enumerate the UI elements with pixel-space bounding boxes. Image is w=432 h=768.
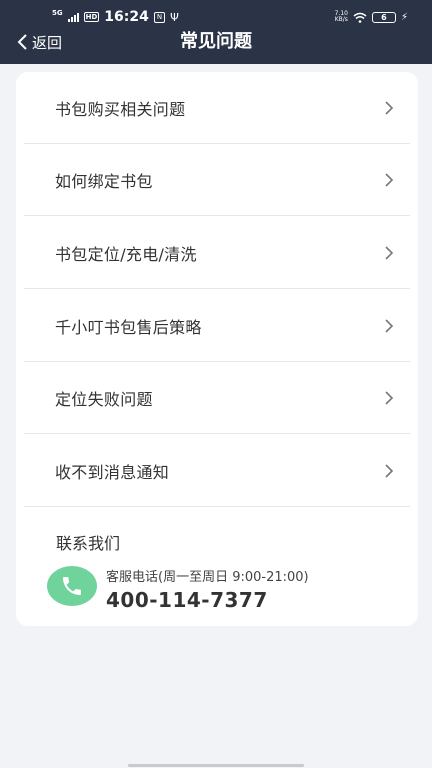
notification-badge: N bbox=[153, 11, 166, 23]
page-title: 常见问题 bbox=[180, 31, 252, 52]
network-type: 5G bbox=[52, 8, 63, 17]
faq-item-bind[interactable]: 如何绑定书包 bbox=[24, 144, 410, 216]
charging-icon: ⚡ bbox=[400, 11, 408, 23]
status-time: 16:24 bbox=[104, 9, 149, 25]
contact-title: 联系我们 bbox=[56, 534, 121, 553]
chevron-right-icon bbox=[385, 245, 394, 260]
chevron-right-icon bbox=[385, 390, 394, 405]
faq-item-purchase[interactable]: 书包购买相关问题 bbox=[24, 72, 410, 144]
status-bar-left: 5G HD 16:24 N Ψ bbox=[52, 9, 179, 25]
status-bar: 5G HD 16:24 N Ψ 7.10 KB/s 6 ⚡ bbox=[0, 0, 432, 30]
chevron-right-icon bbox=[385, 318, 394, 333]
net-speed-unit: KB/s bbox=[334, 16, 348, 23]
app-header: 5G HD 16:24 N Ψ 7.10 KB/s 6 ⚡ 返回 常见问题 bbox=[0, 0, 432, 64]
faq-item-after-sales[interactable]: 千小叮书包售后策略 bbox=[24, 290, 410, 362]
phone-number[interactable]: 400-114-7377 bbox=[106, 588, 268, 612]
faq-item-label: 如何绑定书包 bbox=[55, 171, 153, 191]
signal-icon bbox=[67, 12, 79, 22]
faq-item-label: 书包定位/充电/清洗 bbox=[55, 244, 197, 264]
home-indicator[interactable] bbox=[128, 764, 304, 767]
faq-item-locate-fail[interactable]: 定位失败问题 bbox=[24, 362, 410, 434]
faq-item-label: 定位失败问题 bbox=[55, 389, 153, 409]
faq-item-label: 千小叮书包售后策略 bbox=[55, 317, 202, 337]
usb-icon: Ψ bbox=[170, 10, 179, 24]
faq-item-no-notification[interactable]: 收不到消息通知 bbox=[24, 435, 410, 507]
faq-item-label: 书包购买相关问题 bbox=[55, 99, 186, 119]
phone-handset-icon bbox=[63, 577, 81, 595]
chevron-right-icon bbox=[385, 172, 394, 187]
hd-badge: HD bbox=[83, 12, 100, 22]
battery-icon: 6 bbox=[371, 11, 396, 23]
faq-item-label: 收不到消息通知 bbox=[55, 462, 170, 482]
phone-icon[interactable] bbox=[47, 566, 97, 606]
chevron-right-icon bbox=[385, 463, 394, 478]
status-bar-right: 7.10 KB/s 6 ⚡ bbox=[335, 10, 408, 24]
service-hours-label: 客服电话(周一至周日 9:00-21:00) bbox=[106, 570, 309, 585]
chevron-right-icon bbox=[385, 100, 394, 115]
faq-item-locate-charge-clean[interactable]: 书包定位/充电/清洗 bbox=[24, 217, 410, 289]
wifi-icon bbox=[353, 12, 367, 23]
net-speed: 7.10 KB/s bbox=[335, 11, 348, 23]
faq-card: 书包购买相关问题 如何绑定书包 书包定位/充电/清洗 千小叮书包售后策略 定位失… bbox=[16, 72, 418, 626]
